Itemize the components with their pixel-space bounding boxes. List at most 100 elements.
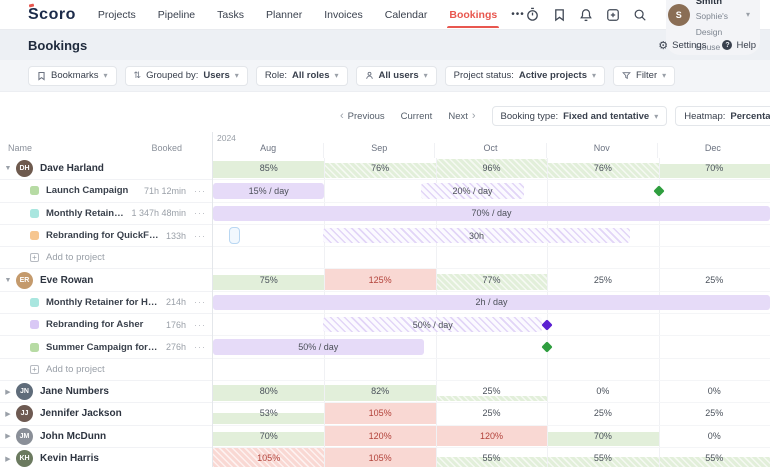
nav-calendar[interactable]: Calendar <box>385 1 428 28</box>
previous-button[interactable]: ‹Previous <box>340 110 385 122</box>
heatmap-cell[interactable]: 25% <box>547 403 658 423</box>
booking-bar[interactable]: 15% / day <box>213 183 324 198</box>
heatmap-cell[interactable]: 25% <box>659 403 770 423</box>
heatmap-cell[interactable]: 0% <box>659 381 770 401</box>
heatmap-cell[interactable]: 70% <box>659 158 770 178</box>
heatmap-cell[interactable]: 25% <box>436 381 547 401</box>
user-row[interactable]: ▶JNJane Numbers <box>0 381 212 403</box>
nav-projects[interactable]: Projects <box>98 1 136 28</box>
heatmap-cell[interactable]: 55% <box>547 448 658 467</box>
nav-bookings[interactable]: Bookings <box>449 1 497 28</box>
milestone-diamond[interactable] <box>542 341 553 352</box>
row-actions-button[interactable]: ··· <box>194 186 206 196</box>
user-row[interactable]: ▶KHKevin Harris <box>0 448 212 467</box>
project-row[interactable]: Rebranding for QuickFox133h··· <box>0 225 212 247</box>
heatmap-cell[interactable]: 0% <box>659 426 770 446</box>
search-icon[interactable] <box>633 7 647 22</box>
notifications-icon[interactable] <box>579 7 593 22</box>
help-button[interactable]: ? Help <box>722 40 756 51</box>
booking-bar[interactable]: 30h <box>323 228 629 243</box>
heatmap-cell[interactable]: 77% <box>436 269 547 289</box>
nav-more-button[interactable]: ••• <box>511 9 525 20</box>
heatmap-cell[interactable]: 105% <box>213 448 324 467</box>
user-name: Eve Rowan <box>40 275 93 286</box>
booking-row: 15% / day 20% / day <box>213 180 770 202</box>
milestone-diamond[interactable] <box>542 319 553 330</box>
add-to-project-button[interactable]: +Add to project <box>0 247 212 269</box>
quick-add-icon[interactable] <box>606 7 620 22</box>
booking-bar[interactable]: 2h / day <box>213 295 770 310</box>
nav-invoices[interactable]: Invoices <box>324 1 363 28</box>
row-actions-button[interactable]: ··· <box>194 320 206 330</box>
heatmap-value: 25% <box>659 275 770 285</box>
nav-pipeline[interactable]: Pipeline <box>158 1 195 28</box>
project-status-dropdown[interactable]: Project status:Active projects ▾ <box>445 66 605 86</box>
row-actions-button[interactable]: ··· <box>194 208 206 218</box>
heatmap-cell[interactable]: 120% <box>324 426 435 446</box>
heatmap-cell[interactable]: 55% <box>659 448 770 467</box>
booking-bar[interactable]: 50% / day <box>323 317 542 332</box>
heatmap-cell[interactable]: 96% <box>436 158 547 178</box>
chevron-down-icon[interactable]: ▼ <box>0 277 16 284</box>
heatmap-cell[interactable]: 55% <box>436 448 547 467</box>
heatmap-cell[interactable]: 25% <box>547 269 658 289</box>
users-dropdown[interactable]: All users ▾ <box>356 66 437 86</box>
chevron-down-icon[interactable]: ▼ <box>0 165 16 172</box>
nav-planner[interactable]: Planner <box>266 1 302 28</box>
bookmarks-dropdown[interactable]: Bookmarks▾ <box>28 66 117 86</box>
row-actions-button[interactable]: ··· <box>194 342 206 352</box>
chevron-down-icon: ▾ <box>746 10 750 19</box>
add-to-project-button[interactable]: +Add to project <box>0 359 212 381</box>
chevron-right-icon[interactable]: ▶ <box>0 388 16 396</box>
user-row[interactable]: ▼DHDave Harland <box>0 158 212 180</box>
project-row[interactable]: Monthly Retainer for Highlan...214h··· <box>0 292 212 314</box>
booking-bar[interactable]: 20% / day <box>421 183 525 198</box>
heatmap-cell[interactable]: 76% <box>547 158 658 178</box>
heatmap-cell[interactable]: 25% <box>659 269 770 289</box>
nav-tasks[interactable]: Tasks <box>217 1 244 28</box>
heatmap-cell[interactable]: 82% <box>324 381 435 401</box>
chevron-right-icon[interactable]: ▶ <box>0 432 16 440</box>
grouped-by-dropdown[interactable]: ⇅ Grouped by:Users ▾ <box>125 66 248 86</box>
new-booking-placeholder[interactable] <box>229 227 240 244</box>
next-button[interactable]: Next› <box>448 110 475 122</box>
project-row[interactable]: Summer Campaign for Easy...276h··· <box>0 336 212 358</box>
user-row[interactable]: ▶JJJennifer Jackson <box>0 403 212 425</box>
settings-button[interactable]: ⚙ Settings <box>658 39 706 52</box>
user-row[interactable]: ▶JMJohn McDunn <box>0 426 212 448</box>
heatmap-cell[interactable]: 105% <box>324 448 435 467</box>
heatmap-cell[interactable]: 70% <box>547 426 658 446</box>
heatmap-cell[interactable]: 0% <box>547 381 658 401</box>
heatmap-cell[interactable]: 25% <box>436 403 547 423</box>
timer-icon[interactable] <box>525 7 540 22</box>
heatmap-cell[interactable]: 80% <box>213 381 324 401</box>
booking-row: 2h / day <box>213 292 770 314</box>
chevron-right-icon[interactable]: ▶ <box>0 455 16 463</box>
heatmap-dropdown[interactable]: Heatmap:Percentage ▾ <box>675 106 770 126</box>
role-dropdown[interactable]: Role:All roles ▾ <box>256 66 348 86</box>
booking-type-dropdown[interactable]: Booking type:Fixed and tentative ▾ <box>492 106 668 126</box>
row-actions-button[interactable]: ··· <box>194 297 206 307</box>
project-row[interactable]: Launch Campaign71h 12min··· <box>0 180 212 202</box>
chevron-right-icon[interactable]: ▶ <box>0 410 16 418</box>
user-row[interactable]: ▼EREve Rowan <box>0 269 212 291</box>
current-button[interactable]: Current <box>401 111 433 122</box>
booking-bar[interactable]: 70% / day <box>213 206 770 221</box>
milestone-diamond[interactable] <box>653 185 664 196</box>
bookmark-icon[interactable] <box>553 7 566 22</box>
heatmap-cell[interactable]: 85% <box>213 158 324 178</box>
project-row[interactable]: Monthly Retainer for Highlan...1 347h 48… <box>0 203 212 225</box>
booking-bar[interactable]: 50% / day <box>213 339 424 354</box>
heatmap-cell[interactable]: 120% <box>436 426 547 446</box>
heatmap-cell[interactable]: 125% <box>324 269 435 289</box>
heatmap-cell[interactable]: 53% <box>213 403 324 423</box>
project-row[interactable]: Rebranding for Asher176h··· <box>0 314 212 336</box>
scoro-logo[interactable]: Scoro <box>28 6 76 24</box>
heatmap-cell[interactable]: 70% <box>213 426 324 446</box>
month-gridline <box>324 247 325 268</box>
heatmap-cell[interactable]: 75% <box>213 269 324 289</box>
filter-dropdown[interactable]: Filter ▾ <box>613 66 675 86</box>
row-actions-button[interactable]: ··· <box>194 231 206 241</box>
heatmap-cell[interactable]: 76% <box>324 158 435 178</box>
heatmap-cell[interactable]: 105% <box>324 403 435 423</box>
